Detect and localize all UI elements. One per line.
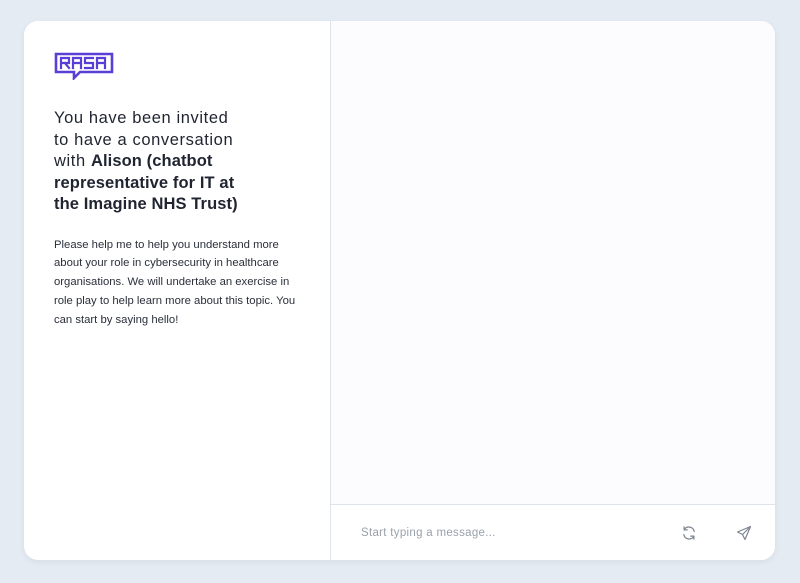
send-button[interactable] <box>733 522 755 544</box>
invitation-description: Please help me to help you understand mo… <box>54 238 296 326</box>
message-list[interactable] <box>331 21 775 504</box>
send-icon <box>736 525 752 540</box>
invitation-heading: You have been invited to have a conversa… <box>54 108 244 216</box>
refresh-icon <box>683 525 695 540</box>
chat-widget-card: You have been invited to have a conversa… <box>24 21 775 560</box>
intro-panel: You have been invited to have a conversa… <box>24 21 331 560</box>
restart-button[interactable] <box>678 522 700 544</box>
rasa-logo <box>54 52 114 80</box>
chat-panel <box>331 21 775 560</box>
message-input[interactable] <box>361 526 678 539</box>
message-composer <box>331 504 775 560</box>
